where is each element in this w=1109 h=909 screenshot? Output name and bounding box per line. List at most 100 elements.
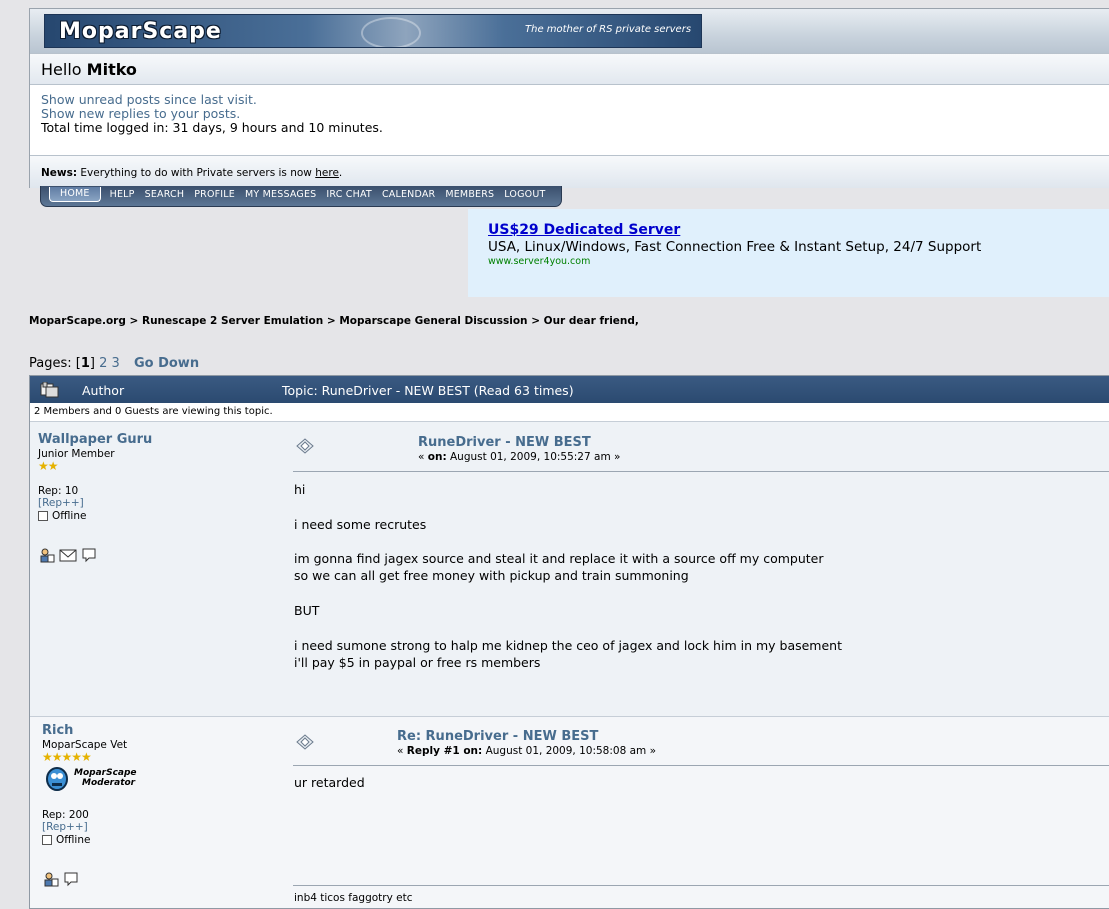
- message-icon: [296, 438, 314, 454]
- go-down-link[interactable]: Go Down: [134, 356, 199, 371]
- date-prefix: «: [418, 451, 428, 463]
- breadcrumb-item-general[interactable]: Moparscape General Discussion: [339, 315, 527, 327]
- rank-stars: ★★★★★: [42, 750, 92, 764]
- rank-stars: ★★: [38, 459, 58, 473]
- email-icon[interactable]: [59, 547, 77, 563]
- post-author-rep: Rep: 10: [38, 485, 79, 497]
- online-status: Offline: [42, 834, 90, 846]
- profile-icon[interactable]: [43, 871, 59, 887]
- date-value: August 01, 2009, 10:58:08 am »: [482, 745, 657, 757]
- topic-titlebar: Author Topic: RuneDriver - NEW BEST (Rea…: [30, 376, 1109, 403]
- post-divider: [293, 471, 1109, 472]
- nav-home[interactable]: HOME: [49, 186, 101, 202]
- site-tagline: The mother of RS private servers: [525, 24, 692, 35]
- main-nav: HOME HELP SEARCH PROFILE MY MESSAGES IRC…: [40, 186, 562, 207]
- breadcrumb-sep: >: [129, 315, 139, 327]
- news-end: .: [338, 167, 343, 179]
- breadcrumb-sep: >: [326, 315, 336, 327]
- profile-icons: [43, 871, 79, 887]
- breadcrumb-item-home[interactable]: MoparScape.org: [29, 315, 126, 327]
- banner-emblem-icon: [361, 17, 421, 47]
- site-logo: MoparScape: [59, 19, 222, 44]
- rep-plus-link[interactable]: [Rep++]: [42, 821, 88, 833]
- pm-icon[interactable]: [81, 547, 97, 563]
- banner-strip: MoparScape The mother of RS private serv…: [30, 9, 1109, 53]
- time-logged-in: Total time logged in: 31 days, 9 hours a…: [41, 120, 383, 135]
- post-date: « Reply #1 on: August 01, 2009, 10:58:08…: [397, 745, 656, 757]
- topic-table: Author Topic: RuneDriver - NEW BEST (Rea…: [29, 375, 1109, 909]
- post-author-rep: Rep: 200: [42, 809, 89, 821]
- post-1: Wallpaper Guru Junior Member ★★ Rep: 10 …: [30, 421, 1109, 717]
- news: News: Everything to do with Private serv…: [41, 167, 342, 179]
- online-status: Offline: [38, 510, 86, 522]
- author-column-header: Author: [82, 383, 125, 398]
- signature-divider: [293, 885, 1109, 886]
- new-replies-link[interactable]: Show new replies to your posts.: [41, 106, 240, 121]
- greeting-bar: Hello Mitko: [30, 53, 1109, 85]
- nav-irc-chat[interactable]: IRC CHAT: [321, 189, 377, 200]
- badge-line-1: MoparScape: [74, 768, 137, 778]
- page-3-link[interactable]: 3: [112, 356, 120, 371]
- news-text: Everything to do with Private servers is…: [80, 167, 312, 179]
- date-label: on:: [427, 451, 447, 463]
- breadcrumb: MoparScape.org > Runescape 2 Server Emul…: [29, 315, 639, 327]
- news-link[interactable]: here: [315, 167, 339, 179]
- greeting-text: Hello: [41, 60, 82, 79]
- breadcrumb-item-topic[interactable]: Our dear friend,: [544, 315, 639, 327]
- pages-label: Pages: [: [29, 356, 81, 371]
- rep-plus-link[interactable]: [Rep++]: [38, 497, 84, 509]
- post-title-link[interactable]: RuneDriver - NEW BEST: [418, 435, 591, 450]
- nav-help[interactable]: HELP: [105, 189, 140, 200]
- post-title-link[interactable]: Re: RuneDriver - NEW BEST: [397, 729, 598, 744]
- status-checkbox-icon: [38, 511, 48, 521]
- nav-profile[interactable]: PROFILE: [189, 189, 240, 200]
- moderator-badge-icon: [46, 767, 68, 791]
- date-value: August 01, 2009, 10:55:27 am »: [446, 451, 621, 463]
- pm-icon[interactable]: [63, 871, 79, 887]
- status-text: Offline: [56, 834, 91, 846]
- greeting: Hello Mitko: [41, 60, 137, 79]
- post-body: hi i need some recrutes im gonna find ja…: [294, 482, 842, 670]
- breadcrumb-sep: >: [531, 315, 540, 327]
- news-label: News:: [41, 167, 78, 179]
- viewing-info: 2 Members and 0 Guests are viewing this …: [34, 406, 273, 417]
- post-author-name[interactable]: Wallpaper Guru: [38, 432, 152, 447]
- nav-my-messages[interactable]: MY MESSAGES: [240, 189, 321, 200]
- status-checkbox-icon: [42, 835, 52, 845]
- pages-close: ]: [89, 356, 95, 371]
- page-current: 1: [80, 356, 90, 371]
- nav-calendar[interactable]: CALENDAR: [377, 189, 440, 200]
- news-bar: News: Everything to do with Private serv…: [30, 155, 1109, 188]
- nav-search[interactable]: SEARCH: [140, 189, 190, 200]
- topic-title: Topic: RuneDriver - NEW BEST (Read 63 ti…: [282, 383, 574, 398]
- status-text: Offline: [52, 510, 87, 522]
- post-signature: inb4 ticos faggotry etc: [294, 892, 413, 904]
- advertisement: US$29 Dedicated Server USA, Linux/Window…: [468, 209, 1109, 297]
- badge-line-2: Moderator: [82, 778, 136, 788]
- date-label: Reply #1 on:: [406, 745, 483, 757]
- profile-icon[interactable]: [39, 547, 55, 563]
- post-body: ur retarded: [294, 775, 365, 790]
- message-icon: [296, 734, 314, 750]
- forum-header: MoparScape The mother of RS private serv…: [29, 8, 1109, 188]
- post-date: « on: August 01, 2009, 10:55:27 am »: [418, 451, 620, 463]
- breadcrumb-item-emulation[interactable]: Runescape 2 Server Emulation: [142, 315, 323, 327]
- date-prefix: «: [397, 745, 407, 757]
- ad-text: USA, Linux/Windows, Fast Connection Free…: [488, 239, 982, 255]
- post-divider: [293, 765, 1109, 766]
- site-banner[interactable]: MoparScape The mother of RS private serv…: [44, 14, 702, 48]
- topic-icon: [40, 382, 59, 398]
- page-2-link[interactable]: 2: [99, 356, 107, 371]
- ad-title-link[interactable]: US$29 Dedicated Server: [488, 222, 680, 238]
- username: Mitko: [86, 60, 137, 79]
- ad-url[interactable]: www.server4you.com: [488, 256, 590, 267]
- pagination: Pages: [1] 2 3 Go Down: [29, 356, 199, 371]
- post-author-name[interactable]: Rich: [42, 723, 73, 738]
- moderator-badge: MoparScape Moderator: [44, 764, 137, 792]
- nav-logout[interactable]: LOGOUT: [499, 189, 550, 200]
- nav-members[interactable]: MEMBERS: [440, 189, 499, 200]
- unread-posts-link[interactable]: Show unread posts since last visit.: [41, 92, 257, 107]
- user-info: Show unread posts since last visit. Show…: [41, 93, 383, 135]
- post-2: Rich MoparScape Vet ★★★★★ MoparScape Mode…: [30, 716, 1109, 908]
- profile-icons: [39, 547, 97, 563]
